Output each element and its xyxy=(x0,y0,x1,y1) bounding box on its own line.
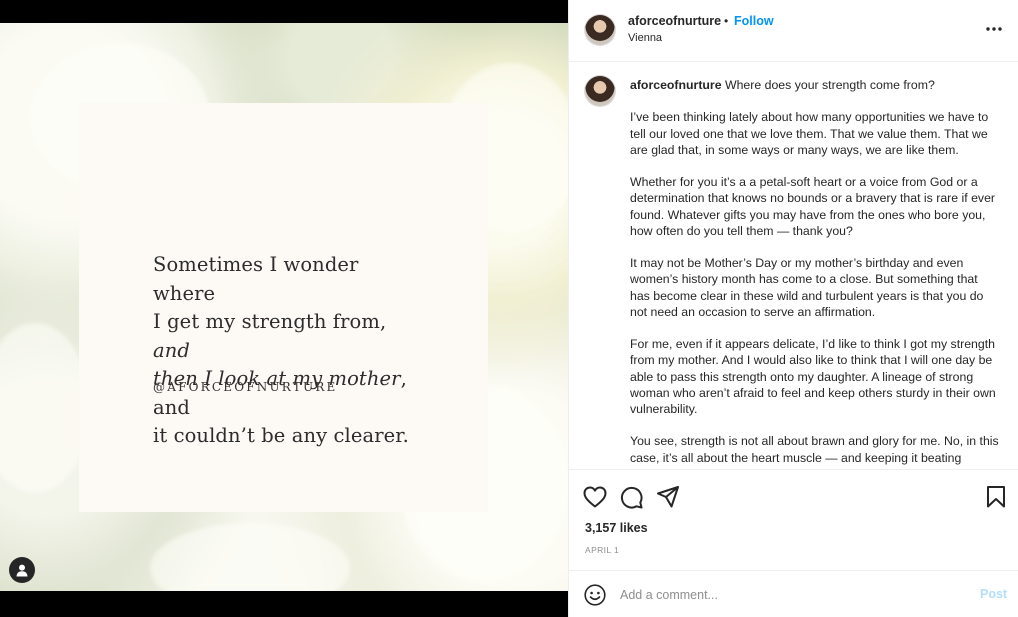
location-link[interactable]: Vienna xyxy=(628,32,662,44)
post-image[interactable]: Sometimes I wonder where I get my streng… xyxy=(0,23,568,591)
caption-paragraph: You see, strength is not all about brawn… xyxy=(630,434,999,465)
separator-dot: • xyxy=(724,14,729,28)
header-username[interactable]: aforceofnurture xyxy=(628,14,721,28)
comment-bar: Post xyxy=(569,570,1018,617)
rose-highlight xyxy=(150,523,350,591)
more-icon xyxy=(986,27,1002,31)
emoji-icon[interactable] xyxy=(584,584,606,606)
post-actions: 3,157 likes APRIL 1 xyxy=(569,469,1018,570)
comment-input[interactable] xyxy=(620,583,960,607)
post-media-pane: Sometimes I wonder where I get my streng… xyxy=(0,0,568,617)
follow-button[interactable]: Follow xyxy=(734,14,774,28)
post-date[interactable]: APRIL 1 xyxy=(585,545,619,555)
comment-button[interactable] xyxy=(618,484,644,510)
quote-line: I get my strength from, and xyxy=(153,310,387,362)
caption-paragraph: For me, even if it appears delicate, I’d… xyxy=(630,337,996,416)
likes-count[interactable]: 3,157 likes xyxy=(585,521,648,535)
like-button[interactable] xyxy=(582,484,608,510)
heart-icon xyxy=(583,486,607,508)
caption: aforceofnurture Where does your strength… xyxy=(630,77,1000,469)
caption-area[interactable]: aforceofnurture Where does your strength… xyxy=(569,62,1018,469)
save-button[interactable] xyxy=(983,484,1009,510)
bookmark-icon xyxy=(987,486,1005,508)
caption-paragraph: Whether for you it’s a a petal-soft hear… xyxy=(630,175,995,238)
quote-line: Sometimes I wonder where xyxy=(153,253,359,305)
more-options-button[interactable] xyxy=(979,18,1009,40)
caption-first-line: aforceofnurture Where does your strength… xyxy=(630,77,1000,93)
avatar[interactable] xyxy=(585,76,615,106)
tagged-users-button[interactable] xyxy=(9,557,35,583)
share-button[interactable] xyxy=(655,484,681,510)
avatar[interactable] xyxy=(585,15,615,45)
quote-handle: @AFORCEOFNURTURE xyxy=(153,380,338,394)
comment-icon xyxy=(620,486,643,509)
quote-text: Sometimes I wonder where I get my streng… xyxy=(153,251,423,451)
quote-line: it couldn’t be any clearer. xyxy=(153,424,409,447)
rose-highlight xyxy=(0,323,90,493)
quote-card: Sometimes I wonder where I get my streng… xyxy=(79,103,488,512)
caption-paragraph: I’ve been thinking lately about how many… xyxy=(630,110,989,157)
caption-paragraph: It may not be Mother’s Day or my mother’… xyxy=(630,256,984,319)
user-icon xyxy=(16,564,28,576)
post-header: aforceofnurture • Follow Vienna xyxy=(569,0,1018,62)
share-icon xyxy=(657,486,679,508)
post-comment-button[interactable]: Post xyxy=(980,587,1007,601)
caption-username[interactable]: aforceofnurture xyxy=(630,78,722,92)
post-sidebar: aforceofnurture • Follow Vienna aforceof… xyxy=(568,0,1018,617)
caption-headline: Where does your strength come from? xyxy=(724,78,935,92)
